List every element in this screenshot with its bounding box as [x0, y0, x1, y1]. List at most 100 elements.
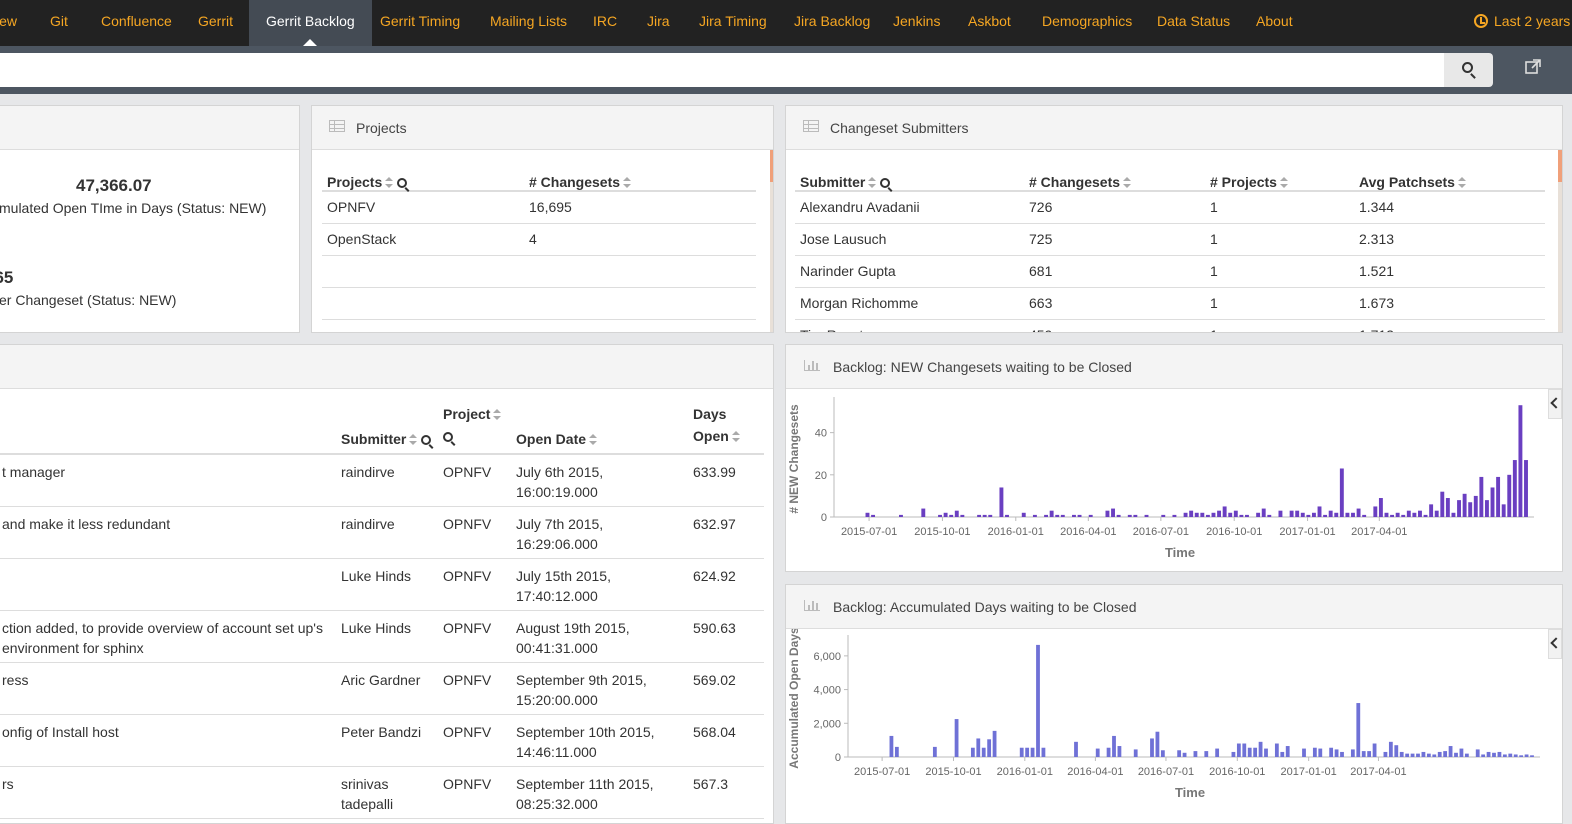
bar[interactable] — [1468, 502, 1473, 517]
bar[interactable] — [1105, 510, 1110, 517]
sort-icon[interactable] — [1457, 177, 1466, 188]
bar[interactable] — [1264, 748, 1268, 757]
bar[interactable] — [1233, 510, 1238, 517]
bar[interactable] — [1194, 512, 1199, 517]
col-avg-patchsets[interactable]: Avg Patchsets — [1354, 162, 1545, 192]
bar[interactable] — [1437, 751, 1442, 757]
nav-item-askbot[interactable]: Askbot — [968, 0, 1011, 46]
bar[interactable] — [1454, 752, 1458, 757]
nav-item-mailing-lists[interactable]: Mailing Lists — [490, 0, 567, 46]
bar[interactable] — [1106, 747, 1111, 757]
bar[interactable] — [1502, 754, 1507, 757]
bar[interactable] — [1300, 512, 1305, 517]
chart2-collapse-toggle[interactable] — [1548, 629, 1562, 659]
bar[interactable] — [1394, 745, 1399, 757]
bar[interactable] — [1334, 512, 1339, 517]
bar[interactable] — [1373, 506, 1378, 517]
bar[interactable] — [871, 514, 876, 517]
nav-item-demographics[interactable]: Demographics — [1042, 0, 1132, 46]
bar[interactable] — [1253, 747, 1258, 757]
bar[interactable] — [1160, 750, 1165, 757]
bar[interactable] — [1161, 514, 1166, 517]
table-row[interactable]: OpenStack 4 — [322, 223, 756, 256]
bar[interactable] — [1245, 514, 1249, 517]
bar[interactable] — [1144, 514, 1149, 517]
bar[interactable] — [970, 747, 975, 757]
share-icon[interactable] — [1525, 59, 1541, 75]
bar[interactable] — [1410, 753, 1415, 757]
bar[interactable] — [954, 510, 959, 517]
table-row[interactable]: Tim Rozet45911.713 — [795, 319, 1545, 332]
bar[interactable] — [1399, 751, 1404, 757]
bar[interactable] — [1019, 747, 1024, 757]
bar[interactable] — [921, 508, 926, 517]
bar[interactable] — [1486, 751, 1491, 757]
nav-item-data-status[interactable]: Data Status — [1157, 0, 1230, 46]
table-row[interactable]: ction added, to provide overview of acco… — [0, 610, 764, 663]
bar[interactable] — [1189, 510, 1194, 517]
bar[interactable] — [1429, 504, 1434, 517]
bar[interactable] — [1261, 508, 1266, 517]
col-project[interactable]: Project — [438, 403, 511, 455]
bar[interactable] — [1530, 755, 1534, 757]
nav-item-confluence[interactable]: Confluence — [101, 0, 172, 46]
bar[interactable] — [938, 514, 942, 517]
bar[interactable] — [987, 739, 992, 757]
col-projects[interactable]: # Projects — [1205, 162, 1354, 192]
bar[interactable] — [1451, 512, 1456, 517]
nav-item-jira[interactable]: Jira — [647, 0, 670, 46]
sort-icon[interactable] — [409, 434, 418, 445]
bar[interactable] — [1302, 748, 1306, 757]
bar[interactable] — [1345, 512, 1350, 517]
bar[interactable] — [1443, 751, 1448, 757]
bar[interactable] — [943, 512, 948, 517]
bar[interactable] — [1464, 753, 1469, 757]
bar[interactable] — [1524, 754, 1529, 757]
sort-icon[interactable] — [623, 177, 632, 188]
sort-icon[interactable] — [868, 177, 877, 188]
bar[interactable] — [1340, 751, 1344, 757]
nav-item-irc[interactable]: IRC — [593, 0, 617, 46]
bar[interactable] — [1512, 460, 1517, 517]
bar[interactable] — [1401, 514, 1406, 517]
bar[interactable] — [1475, 749, 1480, 757]
bar[interactable] — [1383, 751, 1388, 757]
table-row[interactable]: t manager raindirve OPNFV July 6th 2015, 16:… — [0, 454, 764, 507]
bar[interactable] — [889, 735, 894, 757]
bar[interactable] — [1256, 512, 1261, 517]
sort-icon[interactable] — [1279, 177, 1288, 188]
bar[interactable] — [1211, 512, 1216, 517]
bar[interactable] — [977, 514, 982, 517]
nav-item-jenkins[interactable]: Jenkins — [893, 0, 940, 46]
bar[interactable] — [1507, 474, 1512, 517]
search-input[interactable] — [0, 53, 1444, 87]
bar[interactable] — [1177, 750, 1182, 757]
time-range-picker[interactable]: Last 2 years — [1474, 0, 1572, 46]
bar[interactable] — [1473, 495, 1478, 517]
search-button[interactable] — [1444, 53, 1493, 87]
bar[interactable] — [1242, 743, 1247, 757]
bar[interactable] — [1055, 514, 1060, 517]
submitters-scrollbar[interactable] — [1558, 150, 1562, 332]
bar[interactable] — [1524, 460, 1528, 517]
bar[interactable] — [976, 738, 981, 757]
bar[interactable] — [865, 512, 870, 517]
bar[interactable] — [1416, 753, 1420, 757]
bar[interactable] — [1111, 508, 1115, 517]
bar[interactable] — [1278, 510, 1283, 517]
bar[interactable] — [982, 514, 987, 517]
bar[interactable] — [988, 514, 993, 517]
table-row[interactable]: rs srinivas tadepalli OPNFV September 11th 2… — [0, 766, 764, 819]
table-row[interactable]: Alexandru Avadanii 726 1 1.344 — [795, 191, 1545, 224]
search-icon[interactable] — [443, 432, 453, 442]
bar[interactable] — [1339, 468, 1344, 517]
bar[interactable] — [1217, 510, 1222, 517]
bar[interactable] — [1508, 753, 1513, 757]
bar[interactable] — [1329, 747, 1334, 757]
bar[interactable] — [1479, 476, 1484, 517]
table-row[interactable]: and make it less redundant raindirve OPNFV… — [0, 506, 764, 559]
bar[interactable] — [1445, 498, 1450, 517]
bar[interactable] — [1351, 512, 1355, 517]
bar[interactable] — [1395, 512, 1400, 517]
bar[interactable] — [1306, 514, 1311, 517]
